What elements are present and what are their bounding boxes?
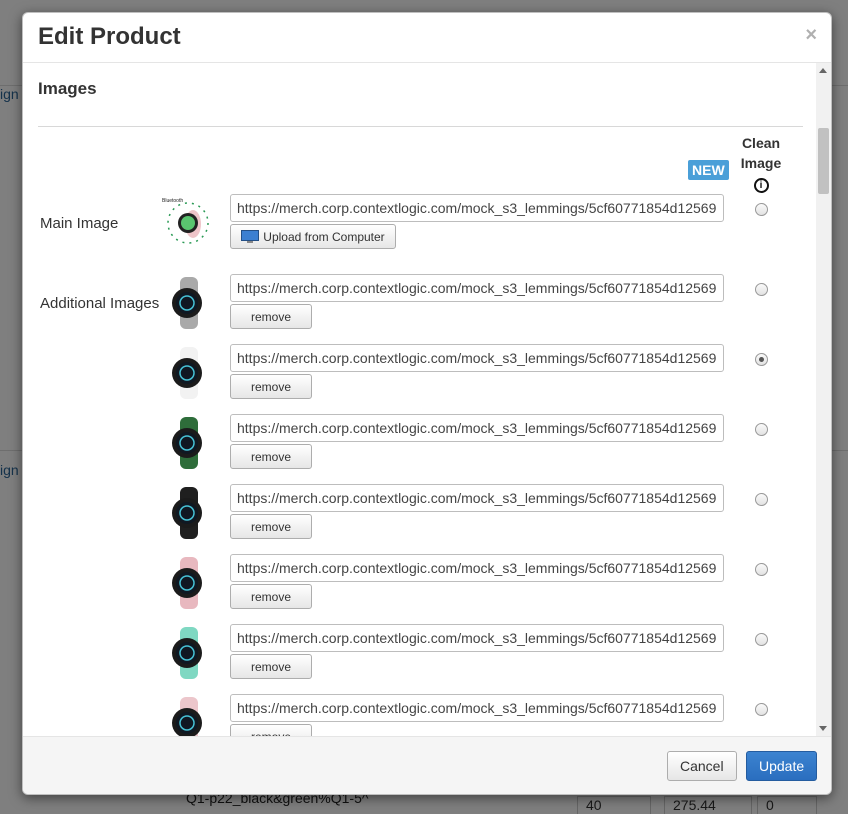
additional-image-url-input[interactable] [230,554,724,582]
additional-image-url-input[interactable] [230,484,724,512]
additional-image-url-input[interactable] [230,274,724,302]
new-badge: NEW [688,160,729,180]
monitor-icon [241,229,260,243]
additional-image-clean-radio[interactable] [755,423,768,436]
additional-image-url-input[interactable] [230,414,724,442]
scroll-up-arrow-icon[interactable] [819,68,827,73]
update-button[interactable]: Update [746,751,818,781]
main-image-clean-radio[interactable] [755,203,768,216]
additional-image-thumbnail [160,555,216,611]
additional-image-clean-radio[interactable] [755,353,768,366]
remove-image-button[interactable]: remove [230,654,312,679]
svg-text:Bluetooth: Bluetooth [162,198,183,204]
main-image-thumbnail: Bluetooth [160,195,216,251]
additional-image-thumbnail [160,345,216,401]
additional-image-clean-radio[interactable] [755,493,768,506]
additional-image-clean-radio[interactable] [755,633,768,646]
remove-image-button[interactable]: remove [230,304,312,329]
additional-images-label: Additional Images [40,295,160,312]
main-image-label: Main Image [40,215,119,232]
modal-footer: Cancel Update [23,736,831,794]
watch-product-image [160,695,216,736]
watch-product-image [160,625,216,681]
additional-image-thumbnail [160,485,216,541]
additional-image-thumbnail [160,625,216,681]
remove-image-button[interactable]: remove [230,514,312,539]
section-divider [38,126,803,127]
edit-product-modal: Edit Product × Images NEW Clean Image i … [22,12,832,795]
additional-image-thumbnail [160,275,216,331]
watch-product-image [160,415,216,471]
watch-product-image [160,345,216,401]
additional-image-clean-radio[interactable] [755,703,768,716]
watch-product-image [160,555,216,611]
remove-image-button[interactable]: remove [230,374,312,399]
additional-image-clean-radio[interactable] [755,283,768,296]
clean-image-label: Clean Image [740,135,782,171]
additional-image-clean-radio[interactable] [755,563,768,576]
watch-product-image [160,275,216,331]
remove-image-button[interactable]: remove [230,584,312,609]
info-icon[interactable]: i [753,178,769,193]
upload-button-label: Upload from Computer [263,229,385,244]
additional-image-thumbnail [160,415,216,471]
modal-scrollbar[interactable] [816,63,831,736]
scrollbar-thumb[interactable] [818,128,829,194]
watch-product-image [160,485,216,541]
clean-image-header: Clean Image i [733,133,789,193]
additional-image-url-input[interactable] [230,344,724,372]
modal-header: Edit Product × [23,13,831,63]
cancel-button[interactable]: Cancel [667,751,737,781]
upload-from-computer-button[interactable]: Upload from Computer [230,224,396,249]
modal-title: Edit Product [38,23,181,50]
remove-image-button[interactable]: remove [230,444,312,469]
close-icon[interactable]: × [805,24,817,47]
main-image-url-input[interactable] [230,194,724,222]
scroll-down-arrow-icon[interactable] [819,726,827,731]
additional-image-url-input[interactable] [230,624,724,652]
modal-body: Images NEW Clean Image i Main Image Blue… [23,63,831,736]
remove-image-button[interactable]: remove [230,724,312,736]
watch-product-image: Bluetooth [160,195,216,251]
images-section-title: Images [38,79,97,98]
additional-image-url-input[interactable] [230,694,724,722]
additional-image-thumbnail [160,695,216,736]
